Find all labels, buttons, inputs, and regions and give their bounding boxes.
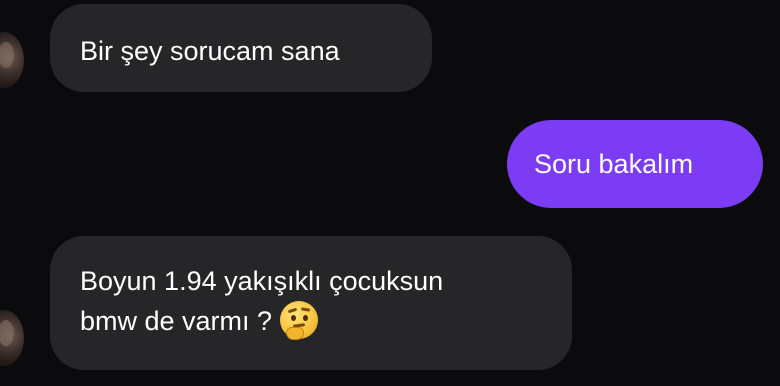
message-text: Bir şey sorucam sana	[80, 36, 340, 66]
message-text: Soru bakalım	[534, 149, 694, 179]
message-text-line-2: bmw de varmı ?	[80, 301, 572, 341]
message-text: bmw de varmı ?	[80, 306, 273, 336]
incoming-message-bubble[interactable]: Bir şey sorucam sana	[50, 4, 432, 92]
thinking-face-icon	[280, 301, 319, 340]
incoming-message-bubble[interactable]: Boyun 1.94 yakışıklı çocuksun bmw de var…	[50, 236, 572, 370]
message-text: Boyun 1.94 yakışıklı çocuksun	[80, 266, 444, 296]
contact-avatar[interactable]	[0, 310, 24, 366]
contact-avatar[interactable]	[0, 32, 24, 88]
chat-thread: Bir şey sorucam sana Soru bakalım Boyun …	[0, 0, 780, 386]
outgoing-message-bubble[interactable]: Soru bakalım	[507, 120, 763, 208]
